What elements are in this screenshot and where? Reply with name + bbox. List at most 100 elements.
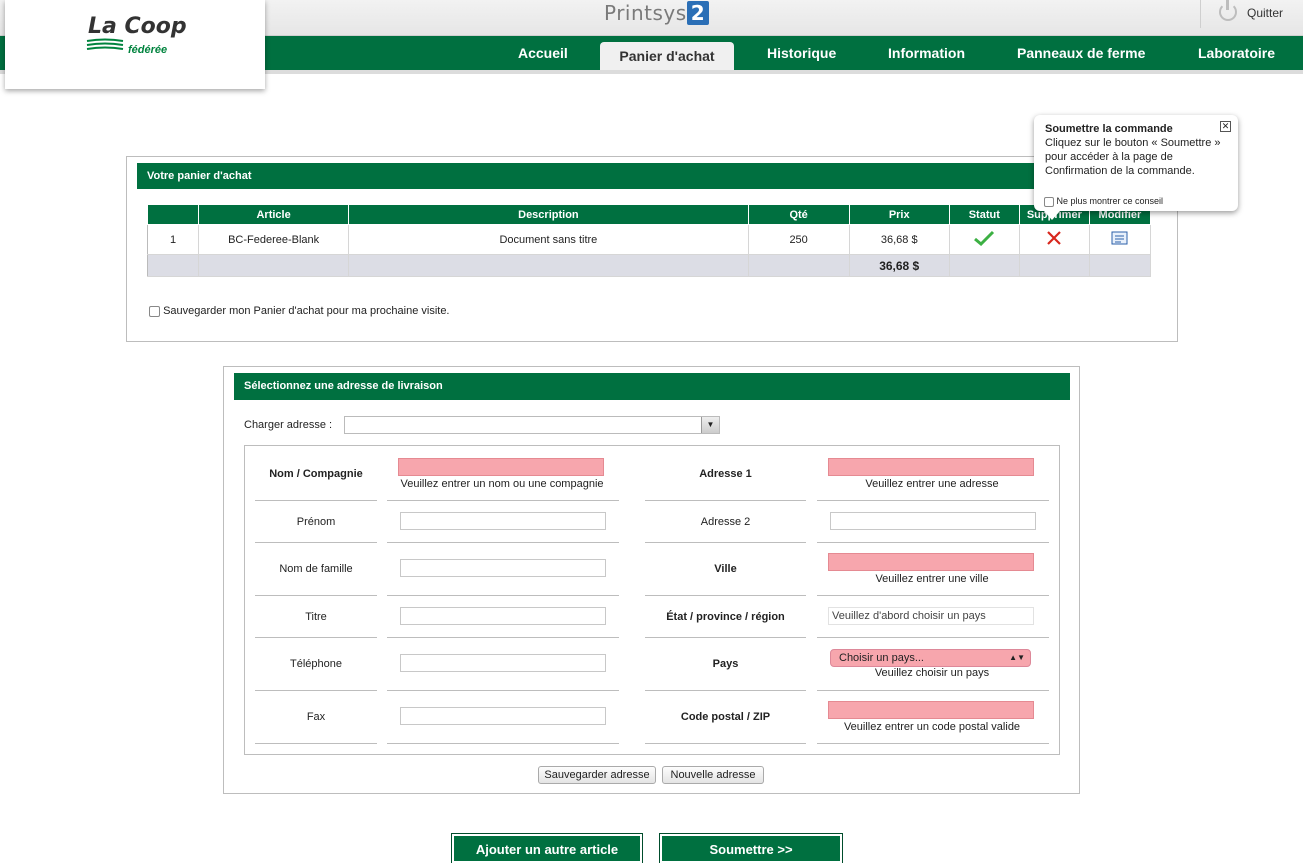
label-title: Titre: [305, 611, 327, 623]
table-row: 1 BC-Federee-Blank Document sans titre 2…: [147, 224, 1152, 255]
quit-button[interactable]: Quitter: [1200, 0, 1303, 28]
logo-main-text: La Coop: [88, 14, 187, 39]
cart-table: Article Description Qté Prix Statut Supp…: [146, 204, 1152, 277]
phone-input[interactable]: [400, 654, 606, 672]
first-name-input[interactable]: [400, 512, 606, 530]
load-address-label: Charger adresse :: [244, 419, 333, 431]
divider: [255, 743, 377, 744]
country-select-value: Choisir un pays...: [839, 652, 924, 664]
divider: [387, 542, 619, 543]
delete-cell: [1019, 224, 1090, 255]
label-last-name: Nom de famille: [279, 563, 353, 575]
logo-stripes-icon: [86, 38, 124, 50]
label-postal: Code postal / ZIP: [680, 711, 771, 723]
col-article: Article: [198, 204, 350, 225]
divider: [817, 690, 1049, 691]
label-state: État / province / région: [666, 611, 785, 623]
title-input[interactable]: [400, 607, 606, 625]
divider: [645, 595, 806, 596]
address-panel: Sélectionnez une adresse de livraison Ch…: [223, 366, 1080, 794]
coop-logo[interactable]: La Coop fédérée: [5, 0, 265, 89]
row-article: BC-Federee-Blank: [198, 224, 350, 255]
divider: [645, 500, 806, 501]
divider: [255, 637, 377, 638]
divider: [255, 595, 377, 596]
logo-sub-text: fédérée: [128, 44, 168, 56]
divider: [387, 637, 619, 638]
address1-hint: Veuillez entrer une adresse: [865, 478, 999, 490]
tab-accueil[interactable]: Accueil: [518, 45, 568, 61]
row-num: 1: [147, 224, 200, 255]
label-city: Ville: [714, 563, 737, 575]
divider: [255, 500, 377, 501]
divider: [255, 690, 377, 691]
col-status: Statut: [948, 204, 1020, 225]
status-cell: [949, 224, 1020, 255]
divider: [387, 595, 619, 596]
divider: [817, 595, 1049, 596]
address2-input[interactable]: [830, 512, 1036, 530]
country-select[interactable]: Choisir un pays... ▲▼: [830, 649, 1031, 667]
tab-panneaux-de-ferme[interactable]: Panneaux de ferme: [1017, 45, 1145, 61]
submit-tooltip: Soumettre la commande Cliquez sur le bou…: [1034, 115, 1238, 220]
divider: [817, 637, 1049, 638]
save-cart-option: Sauvegarder mon Panier d'achat pour ma p…: [149, 305, 450, 317]
edit-icon[interactable]: [1111, 230, 1129, 246]
close-icon[interactable]: ✕: [1220, 121, 1231, 132]
city-input[interactable]: [828, 553, 1034, 571]
label-phone: Téléphone: [290, 658, 342, 670]
power-icon: [1219, 0, 1237, 21]
divider: [645, 542, 806, 543]
edit-cell: [1089, 224, 1152, 255]
divider: [255, 542, 377, 543]
last-name-input[interactable]: [400, 559, 606, 577]
save-cart-checkbox[interactable]: [149, 305, 160, 317]
tooltip-title: Soumettre la commande: [1045, 123, 1173, 135]
divider: [645, 743, 806, 744]
col-qty: Qté: [747, 204, 850, 225]
load-address-select[interactable]: ▼: [344, 416, 720, 434]
add-item-button[interactable]: Ajouter un autre article: [451, 833, 643, 863]
tooltip-arrow: [1044, 211, 1060, 220]
address-form: Nom / Compagnie Prénom Nom de famille Ti…: [244, 445, 1060, 755]
divider: [817, 500, 1049, 501]
checkmark-icon: [974, 230, 995, 247]
postal-hint: Veuillez entrer un code postal valide: [843, 721, 1021, 733]
delete-icon[interactable]: [1046, 230, 1062, 246]
cart-title: Votre panier d'achat: [137, 163, 1167, 189]
brand-number: 2: [686, 1, 710, 25]
fax-input[interactable]: [400, 707, 606, 725]
tab-laboratoire[interactable]: Laboratoire: [1198, 45, 1275, 61]
divider: [387, 743, 619, 744]
city-hint: Veuillez entrer une ville: [875, 573, 989, 585]
address-title: Sélectionnez une adresse de livraison: [234, 373, 1070, 400]
label-first-name: Prénom: [296, 516, 336, 528]
new-address-button[interactable]: Nouvelle adresse: [662, 766, 764, 784]
name-company-input[interactable]: [398, 458, 604, 476]
col-num: [146, 204, 200, 225]
address1-input[interactable]: [828, 458, 1034, 476]
postal-input[interactable]: [828, 701, 1034, 719]
divider: [645, 690, 806, 691]
tooltip-body: Cliquez sur le bouton « Soumettre » pour…: [1045, 137, 1221, 177]
row-qty: 250: [748, 224, 850, 255]
dont-show-checkbox[interactable]: [1044, 196, 1054, 207]
dont-show-label: Ne plus montrer ce conseil: [1056, 196, 1164, 206]
divider: [387, 500, 619, 501]
state-field[interactable]: Veuillez d'abord choisir un pays: [828, 607, 1034, 625]
tab-information[interactable]: Information: [888, 45, 965, 61]
brand-text: Printsys: [604, 1, 687, 25]
label-fax: Fax: [306, 711, 326, 723]
quit-label: Quitter: [1247, 6, 1284, 20]
col-price: Prix: [848, 204, 950, 225]
tab-historique[interactable]: Historique: [767, 45, 836, 61]
name-company-hint: Veuillez entrer un nom ou une compagnie: [400, 478, 604, 490]
divider: [817, 542, 1049, 543]
save-address-button[interactable]: Sauvegarder adresse: [538, 766, 656, 784]
submit-button[interactable]: Soumettre >>: [659, 833, 843, 863]
tooltip-dont-show: Ne plus montrer ce conseil: [1044, 194, 1163, 208]
country-hint: Veuillez choisir un pays: [874, 667, 990, 679]
total-row: 36,68 $: [147, 254, 1152, 277]
chevron-down-icon: ▼: [701, 417, 719, 433]
tab-panier-achat[interactable]: Panier d'achat: [600, 42, 734, 70]
